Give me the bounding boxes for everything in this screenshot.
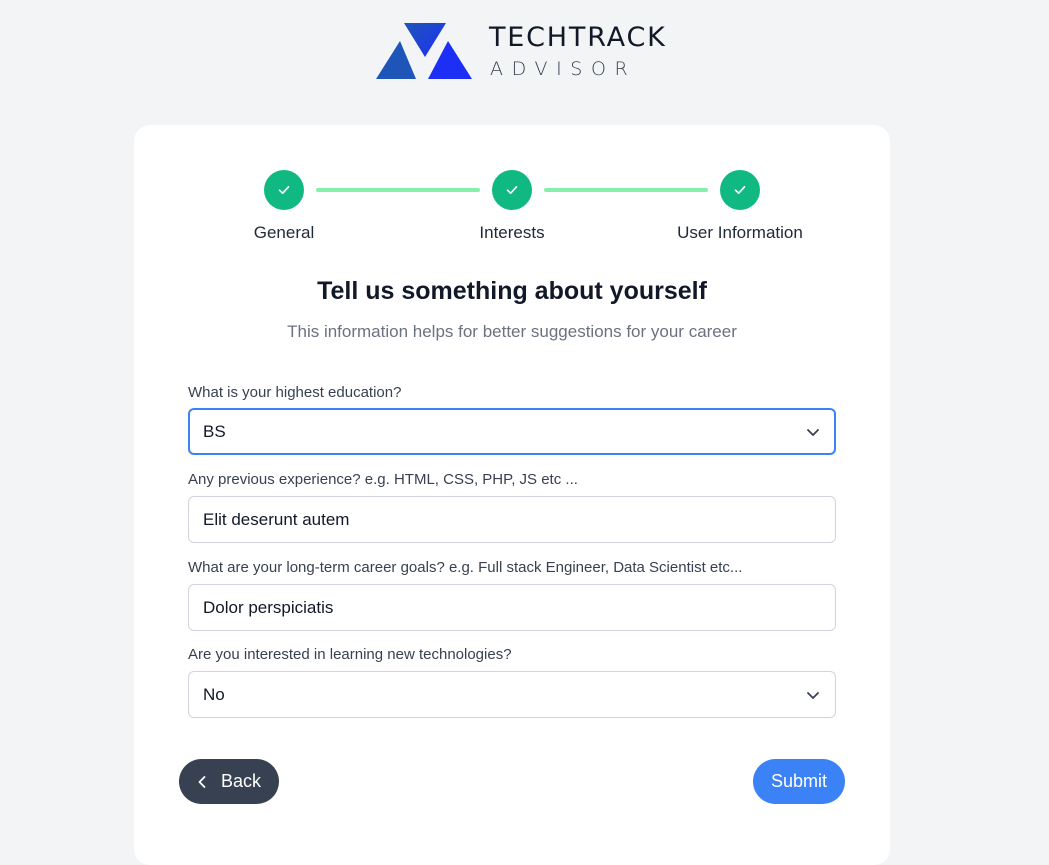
step-label-interests: Interests	[479, 223, 545, 242]
experience-input[interactable]: Elit deserunt autem	[188, 496, 836, 543]
chevron-down-icon	[807, 429, 819, 436]
chevron-down-icon	[807, 692, 819, 699]
techtrack-logo-icon	[376, 23, 472, 79]
brand-logo: TECHTRACK ADVISOR	[376, 20, 665, 84]
career-goals-input-value: Dolor perspiciatis	[203, 598, 334, 617]
step-general-indicator	[264, 170, 304, 210]
brand-name-primary: TECHTRACK	[489, 22, 667, 53]
check-icon	[734, 186, 746, 194]
chevron-left-icon	[198, 775, 206, 788]
step-connector-1	[316, 188, 480, 192]
new-technologies-select[interactable]: No	[188, 671, 836, 718]
new-technologies-label: Are you interested in learning new techn…	[188, 646, 512, 663]
step-label-user-information: User Information	[677, 223, 803, 242]
progress-stepper: General Interests User Information	[134, 125, 890, 255]
career-goals-input[interactable]: Dolor perspiciatis	[188, 584, 836, 631]
education-label: What is your highest education?	[188, 384, 402, 401]
experience-label: Any previous experience? e.g. HTML, CSS,…	[188, 471, 578, 488]
step-interests-indicator	[492, 170, 532, 210]
education-select-value: BS	[203, 422, 226, 441]
form-card: General Interests User Information Tell …	[134, 125, 890, 865]
form-subheading: This information helps for better sugges…	[287, 322, 737, 341]
new-technologies-select-value: No	[203, 685, 225, 704]
career-goals-label: What are your long-term career goals? e.…	[188, 559, 743, 576]
back-button[interactable]: Back	[179, 759, 279, 804]
step-connector-2	[544, 188, 708, 192]
submit-button[interactable]: Submit	[753, 759, 845, 804]
back-button-label: Back	[220, 771, 262, 791]
form-heading: Tell us something about yourself	[317, 277, 707, 305]
step-label-general: General	[253, 223, 315, 242]
brand-name-secondary: ADVISOR	[490, 58, 637, 80]
check-icon	[278, 186, 290, 194]
submit-button-label: Submit	[770, 771, 828, 791]
step-user-information-indicator	[720, 170, 760, 210]
experience-input-value: Elit deserunt autem	[203, 510, 350, 529]
check-icon	[506, 186, 518, 194]
education-select[interactable]: BS	[188, 408, 836, 455]
